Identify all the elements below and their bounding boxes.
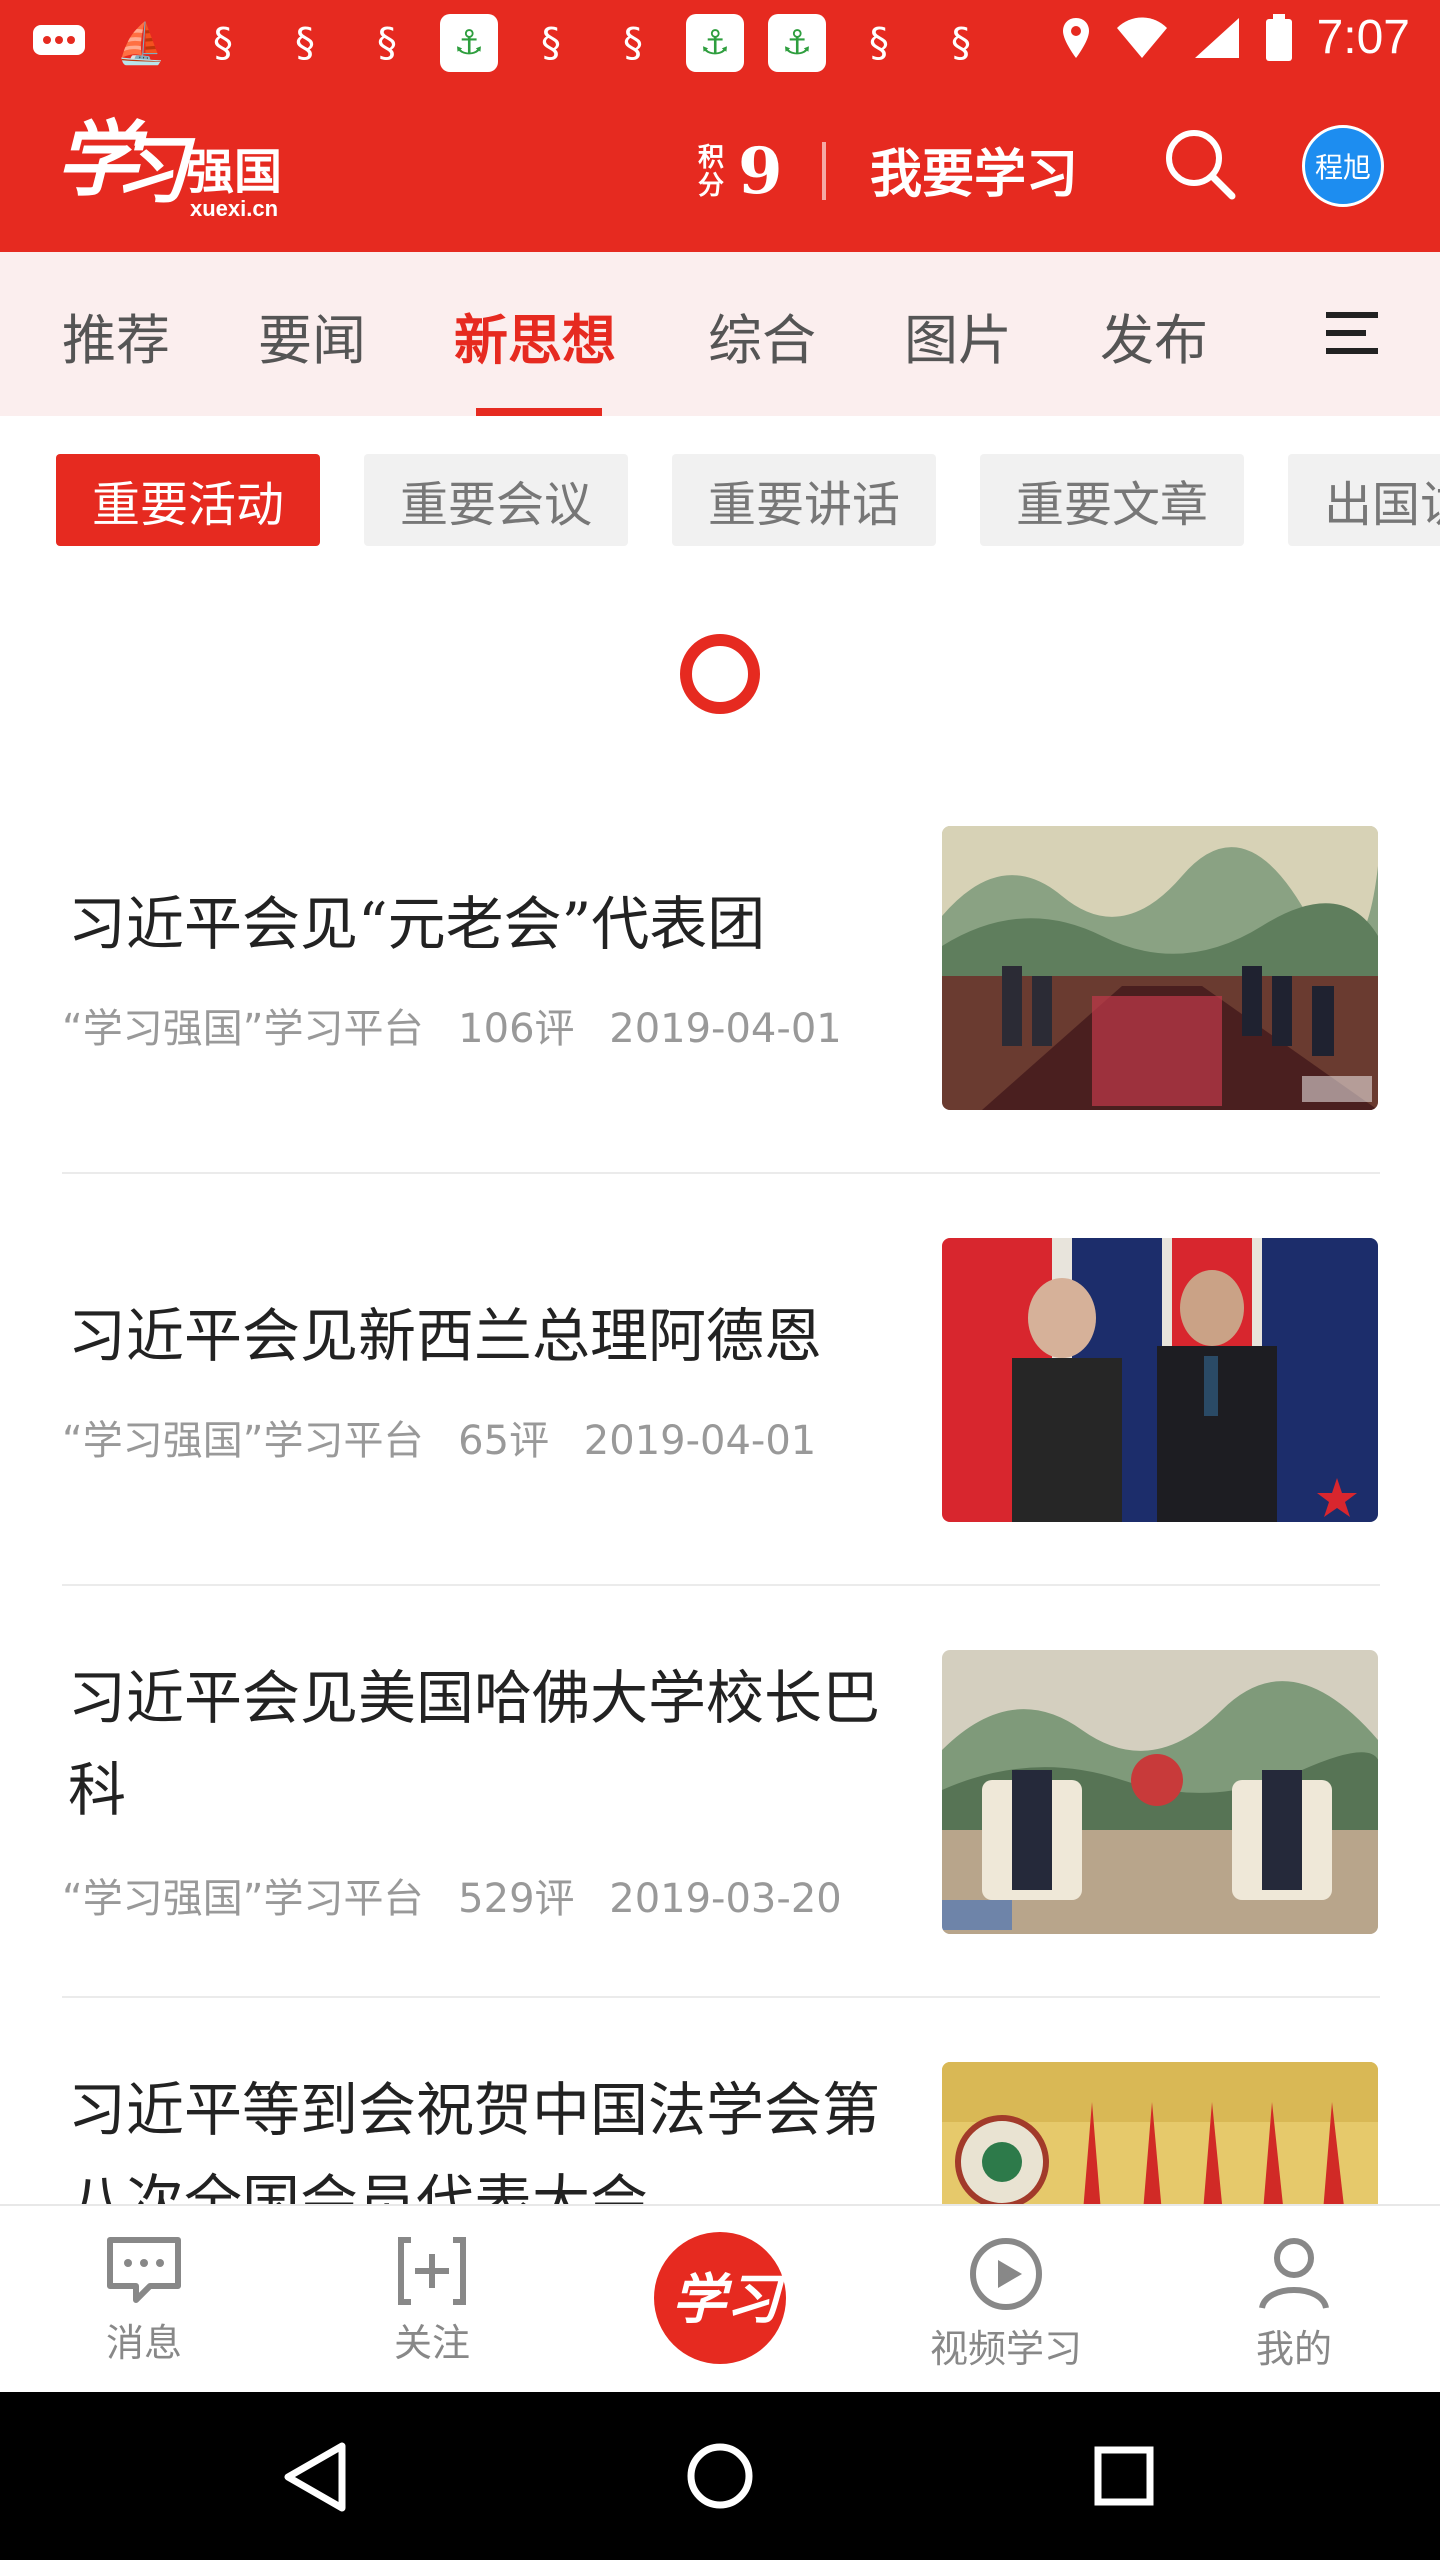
list-item[interactable]: 习近平会见美国哈佛大学校长巴科 “学习强国”学习平台 529评 2019-03-… (62, 1650, 1380, 1934)
app-notify-icon: § (213, 20, 233, 66)
bottom-navigation: 消息 关注 学习 视频学习 我的 (0, 2204, 1440, 2394)
article-thumbnail[interactable] (942, 1650, 1378, 1934)
article-date: 2019-04-01 (583, 1418, 817, 1464)
nav-video-study-label: 视频学习 (929, 2327, 1082, 2371)
points-value: 9 (738, 134, 783, 209)
nav-xuexi-home[interactable]: 学习 (654, 2232, 786, 2364)
play-icon (970, 2238, 1042, 2310)
status-bar: ⛵ § § § ⚓ § § ⚓ ⚓ § § 7:07 (0, 0, 1440, 86)
wifi-icon (1116, 17, 1167, 58)
back-icon[interactable] (282, 2442, 348, 2512)
article-meta: “学习强国”学习平台 106评 2019-04-01 (62, 996, 864, 1054)
points-label: 积分 (698, 142, 725, 201)
divider (62, 1584, 1380, 1586)
active-tab-indicator (476, 408, 602, 416)
recents-icon[interactable] (1094, 2446, 1154, 2506)
menu-icon[interactable] (1322, 308, 1382, 358)
svg-text:习: 习 (114, 128, 196, 214)
tab-recommend[interactable]: 推荐 (62, 296, 170, 375)
signal-icon (1194, 17, 1239, 58)
app-notify-icon: ⛵ (116, 20, 166, 67)
points-display[interactable]: 积分 9 (698, 134, 783, 209)
message-icon (30, 14, 88, 72)
app-notify-box-icon: ⚓ (440, 14, 498, 72)
app-logo[interactable]: 学 习 强国 xuexi.cn (56, 108, 306, 228)
subcategory-chips: 重要活动 重要会议 重要讲话 重要文章 出国访 (0, 452, 1440, 548)
notification-icons: ⛵ § § § ⚓ § § ⚓ ⚓ § § (30, 14, 990, 72)
battery-icon (1265, 13, 1292, 61)
article-thumbnail[interactable] (942, 1238, 1378, 1522)
chip-overseas-visits[interactable]: 出国访 (1288, 454, 1440, 546)
article-title[interactable]: 习近平等到会祝贺中国法学会第八次全国会员代表大会 (68, 2064, 888, 2204)
article-meta: “学习强国”学习平台 65评 2019-04-01 (62, 1408, 838, 1466)
article-comments: 65评 (458, 1418, 550, 1464)
nav-follow-label: 关注 (393, 2321, 470, 2365)
svg-text:学习: 学习 (672, 2267, 786, 2331)
article-thumbnail[interactable] (942, 826, 1378, 1110)
app-notify-icon: § (623, 20, 643, 66)
article-comments: 106评 (458, 1006, 575, 1052)
category-tabs: 推荐 要闻 新思想 综合 图片 发布 (0, 252, 1440, 416)
svg-text:强国: 强国 (186, 144, 282, 200)
article-source: “学习强国”学习平台 (62, 1876, 424, 1922)
tab-new-thought[interactable]: 新思想 (454, 296, 616, 375)
status-right: 7:07 (1061, 10, 1410, 65)
nav-mine-label: 我的 (1255, 2327, 1332, 2371)
article-source: “学习强国”学习平台 (62, 1418, 424, 1464)
avatar[interactable]: 程旭 (1302, 125, 1384, 207)
clock: 7:07 (1316, 11, 1410, 64)
tab-pictures[interactable]: 图片 (904, 296, 1012, 375)
xuexi-logo-icon: 学习 (672, 2267, 786, 2331)
tab-publish[interactable]: 发布 (1100, 296, 1208, 375)
article-meta: “学习强国”学习平台 529评 2019-03-20 (62, 1866, 864, 1924)
chip-important-articles[interactable]: 重要文章 (980, 454, 1244, 546)
article-title[interactable]: 习近平会见美国哈佛大学校长巴科 (68, 1652, 888, 1836)
divider (62, 1996, 1380, 1998)
nav-mine[interactable]: 我的 (1194, 2236, 1394, 2373)
list-item[interactable]: 习近平等到会祝贺中国法学会第八次全国会员代表大会 (62, 2062, 1380, 2204)
article-source: “学习强国”学习平台 (62, 1006, 424, 1052)
app-notify-icon: § (377, 20, 397, 66)
divider (62, 1172, 1380, 1174)
user-icon (1259, 2238, 1329, 2310)
article-comments: 529评 (458, 1876, 575, 1922)
article-title[interactable]: 习近平会见“元老会”代表团 (68, 878, 888, 970)
list-item[interactable]: 习近平会见新西兰总理阿德恩 “学习强国”学习平台 65评 2019-04-01 (62, 1238, 1380, 1522)
article-thumbnail[interactable] (942, 2062, 1378, 2204)
chip-important-speeches[interactable]: 重要讲话 (672, 454, 936, 546)
article-title[interactable]: 习近平会见新西兰总理阿德恩 (68, 1290, 888, 1382)
app-notify-icon: § (869, 20, 889, 66)
chip-important-activities[interactable]: 重要活动 (56, 454, 320, 546)
nav-messages[interactable]: 消息 (44, 2236, 244, 2367)
app-notify-icon: § (951, 20, 971, 66)
system-navigation-bar (0, 2392, 1440, 2560)
nav-video-study[interactable]: 视频学习 (906, 2236, 1106, 2373)
app-notify-icon: § (295, 20, 315, 66)
app-notify-icon: § (541, 20, 561, 66)
search-icon[interactable] (1160, 124, 1240, 204)
nav-messages-label: 消息 (105, 2321, 182, 2365)
app-notify-box-icon: ⚓ (768, 14, 826, 72)
svg-text:xuexi.cn: xuexi.cn (190, 196, 278, 221)
article-date: 2019-03-20 (609, 1876, 842, 1922)
location-icon (1062, 17, 1089, 58)
chip-important-meetings[interactable]: 重要会议 (364, 454, 628, 546)
tab-news[interactable]: 要闻 (258, 296, 366, 375)
home-icon[interactable] (686, 2442, 754, 2510)
app-notify-box-icon: ⚓ (686, 14, 744, 72)
tab-general[interactable]: 综合 (708, 296, 816, 375)
follow-icon (398, 2237, 466, 2305)
study-button[interactable]: 我要学习 (870, 132, 1078, 207)
nav-follow[interactable]: 关注 (332, 2236, 532, 2367)
header-divider (822, 142, 826, 200)
app-header: 学 习 强国 xuexi.cn 积分 9 我要学习 程旭 (0, 86, 1440, 252)
article-date: 2019-04-01 (609, 1006, 842, 1052)
loading-spinner (680, 634, 760, 714)
message-icon (107, 2237, 181, 2303)
list-item[interactable]: 习近平会见“元老会”代表团 “学习强国”学习平台 106评 2019-04-01 (62, 826, 1380, 1110)
